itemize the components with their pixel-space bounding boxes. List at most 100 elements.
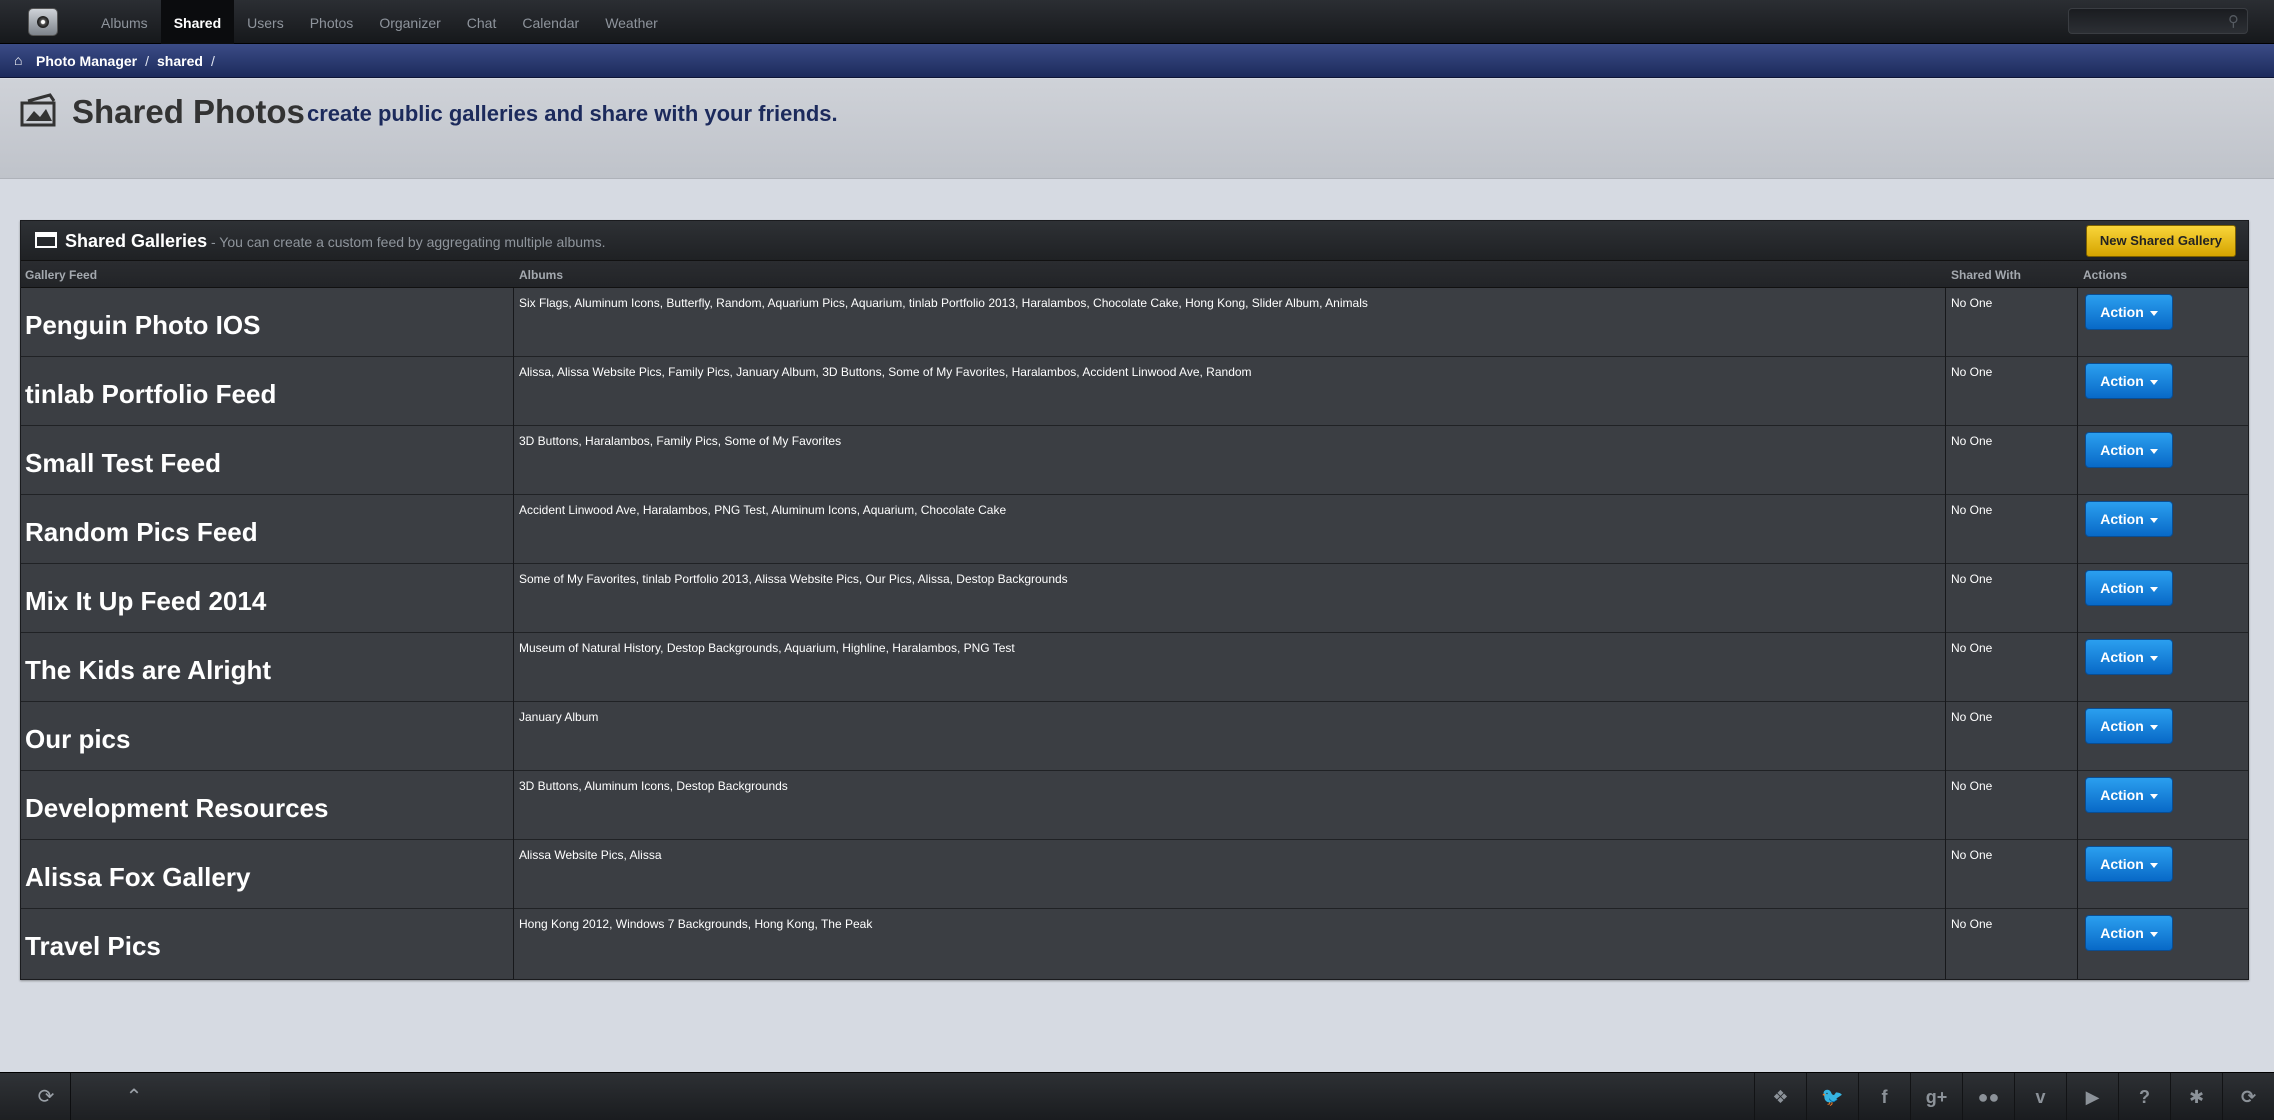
gallery-feed-name[interactable]: Penguin Photo IOS xyxy=(25,310,260,341)
action-button-label: Action xyxy=(2100,373,2144,389)
window-icon xyxy=(35,232,57,248)
gallery-feed-name[interactable]: Mix It Up Feed 2014 xyxy=(25,586,266,617)
gallery-albums: Alissa, Alissa Website Pics, Family Pics… xyxy=(519,365,1252,379)
caret-down-icon xyxy=(2149,586,2158,592)
logout-icon[interactable]: ⟳ xyxy=(2222,1073,2274,1120)
chevron-up-icon[interactable]: ⌃ xyxy=(108,1073,160,1120)
column-header-shared-with[interactable]: Shared With xyxy=(1951,268,2021,282)
action-dropdown-button[interactable]: Action xyxy=(2085,846,2173,882)
gallery-shared-with: No One xyxy=(1951,641,1993,655)
breadcrumb-item-photo-manager[interactable]: Photo Manager xyxy=(36,53,137,69)
action-dropdown-button[interactable]: Action xyxy=(2085,294,2173,330)
page-header: Shared Photos create public galleries an… xyxy=(0,79,2274,179)
action-dropdown-button[interactable]: Action xyxy=(2085,915,2173,951)
action-button-label: Action xyxy=(2100,511,2144,527)
gallery-feed-name[interactable]: Our pics xyxy=(25,724,130,755)
table-header: Gallery Feed Albums Shared With Actions xyxy=(21,261,2248,288)
nav-item-weather[interactable]: Weather xyxy=(592,0,671,44)
footer-bar: ⟳ ⌃ ❖ 🐦 f g+ ●● v ▶? ✱ ⟳ xyxy=(0,1072,2274,1120)
gallery-shared-with: No One xyxy=(1951,296,1993,310)
nav-item-photos[interactable]: Photos xyxy=(297,0,367,44)
main-nav: Albums Shared Users Photos Organizer Chat Cale… xyxy=(88,0,671,44)
search-icon[interactable]: ⚲ xyxy=(2228,12,2239,30)
gallery-feed-name[interactable]: Development Resources xyxy=(25,793,328,824)
google-plus-icon[interactable]: g+ xyxy=(1910,1073,1962,1120)
column-header-gallery-feed[interactable]: Gallery Feed xyxy=(25,268,97,282)
gallery-feed-name[interactable]: Small Test Feed xyxy=(25,448,221,479)
table-row: Mix It Up Feed 2014 Some of My Favorites,… xyxy=(21,564,2248,633)
app-logo[interactable] xyxy=(28,8,58,36)
caret-down-icon xyxy=(2149,862,2158,868)
caret-down-icon xyxy=(2149,310,2158,316)
caret-down-icon xyxy=(2149,931,2158,937)
nav-item-calendar[interactable]: Calendar xyxy=(509,0,592,44)
column-divider xyxy=(1945,288,1946,979)
action-button-label: Action xyxy=(2100,925,2144,941)
caret-down-icon xyxy=(2149,379,2158,385)
table-row: Random Pics Feed Accident Linwood Ave, Ha… xyxy=(21,495,2248,564)
gallery-feed-name[interactable]: The Kids are Alright xyxy=(25,655,271,686)
gallery-albums: Museum of Natural History, Destop Backgr… xyxy=(519,641,1015,655)
nav-item-albums[interactable]: Albums xyxy=(88,0,161,44)
action-button-label: Action xyxy=(2100,649,2144,665)
nav-item-chat[interactable]: Chat xyxy=(454,0,510,44)
settings-icon[interactable]: ✱ xyxy=(2170,1073,2222,1120)
footer-left-group: ⟳ ⌃ xyxy=(0,1073,270,1120)
facebook-icon[interactable]: f xyxy=(1858,1073,1910,1120)
gallery-albums: Six Flags, Aluminum Icons, Butterfly, Ra… xyxy=(519,296,1368,310)
table-row: Penguin Photo IOS Six Flags, Aluminum Ico… xyxy=(21,288,2248,357)
action-button-label: Action xyxy=(2100,787,2144,803)
action-dropdown-button[interactable]: Action xyxy=(2085,501,2173,537)
youtube-icon[interactable]: ▶ xyxy=(2066,1073,2118,1120)
gallery-shared-with: No One xyxy=(1951,503,1993,517)
vimeo-icon[interactable]: v xyxy=(2014,1073,2066,1120)
flickr-icon[interactable]: ●● xyxy=(1962,1073,2014,1120)
search-input[interactable]: ⚲ xyxy=(2068,8,2248,34)
column-header-albums[interactable]: Albums xyxy=(519,268,563,282)
gallery-albums: Some of My Favorites, tinlab Portfolio 2… xyxy=(519,572,1068,586)
action-dropdown-button[interactable]: Action xyxy=(2085,363,2173,399)
gallery-shared-with: No One xyxy=(1951,710,1993,724)
gallery-feed-name[interactable]: tinlab Portfolio Feed xyxy=(25,379,276,410)
gallery-feed-name[interactable]: Alissa Fox Gallery xyxy=(25,862,250,893)
table-row: tinlab Portfolio Feed Alissa, Alissa Webs… xyxy=(21,357,2248,426)
breadcrumb: ⌂ Photo Manager / shared / xyxy=(0,44,2274,78)
caret-down-icon xyxy=(2149,517,2158,523)
new-shared-gallery-button[interactable]: New Shared Gallery xyxy=(2085,225,2236,257)
galleries-table-body: Penguin Photo IOS Six Flags, Aluminum Ico… xyxy=(21,288,2248,978)
gallery-albums: Alissa Website Pics, Alissa xyxy=(519,848,662,862)
home-icon[interactable]: ⌂ xyxy=(14,52,22,68)
gallery-shared-with: No One xyxy=(1951,779,1993,793)
action-button-label: Action xyxy=(2100,304,2144,320)
action-dropdown-button[interactable]: Action xyxy=(2085,708,2173,744)
caret-down-icon xyxy=(2149,448,2158,454)
action-dropdown-button[interactable]: Action xyxy=(2085,570,2173,606)
caret-down-icon xyxy=(2149,655,2158,661)
help-icon[interactable]: ? xyxy=(2118,1073,2170,1120)
table-row: Travel Pics Hong Kong 2012, Windows 7 Bac… xyxy=(21,909,2248,978)
table-row: The Kids are Alright Museum of Natural Hi… xyxy=(21,633,2248,702)
dropbox-icon[interactable]: ❖ xyxy=(1754,1073,1806,1120)
twitter-icon[interactable]: 🐦 xyxy=(1806,1073,1858,1120)
action-button-label: Action xyxy=(2100,856,2144,872)
gallery-shared-with: No One xyxy=(1951,917,1993,931)
nav-item-users[interactable]: Users xyxy=(234,0,297,44)
gallery-feed-name[interactable]: Random Pics Feed xyxy=(25,517,258,548)
nav-item-shared[interactable]: Shared xyxy=(160,0,235,44)
action-dropdown-button[interactable]: Action xyxy=(2085,432,2173,468)
gallery-feed-name[interactable]: Travel Pics xyxy=(25,931,161,962)
refresh-icon[interactable]: ⟳ xyxy=(20,1073,72,1120)
panel-title: Shared Galleries xyxy=(65,231,208,251)
photos-icon xyxy=(20,93,56,127)
panel-header: Shared Galleries - You can create a cust… xyxy=(21,221,2248,261)
caret-down-icon xyxy=(2149,724,2158,730)
column-header-actions[interactable]: Actions xyxy=(2083,268,2127,282)
action-dropdown-button[interactable]: Action xyxy=(2085,639,2173,675)
breadcrumb-item-shared[interactable]: shared xyxy=(157,53,203,69)
action-dropdown-button[interactable]: Action xyxy=(2085,777,2173,813)
table-row: Small Test Feed 3D Buttons, Haralambos, F… xyxy=(21,426,2248,495)
table-row: Development Resources 3D Buttons, Aluminu… xyxy=(21,771,2248,840)
nav-item-organizer[interactable]: Organizer xyxy=(366,0,453,44)
panel-description: - You can create a custom feed by aggreg… xyxy=(211,234,606,250)
gallery-shared-with: No One xyxy=(1951,365,1993,379)
